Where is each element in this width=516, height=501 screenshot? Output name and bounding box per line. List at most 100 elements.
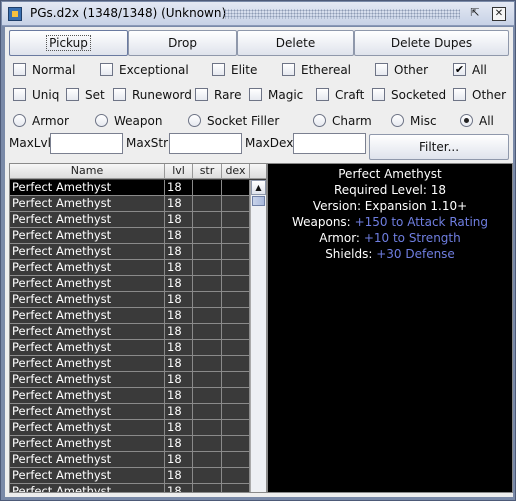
cell-lvl: 18 [165,292,193,307]
required-level: Required Level: 18 [333,183,447,197]
table-row[interactable]: Perfect Amethyst 18 [10,420,250,436]
drop-button[interactable]: Drop [128,30,237,56]
checkbox-box[interactable] [66,88,79,101]
cell-lvl: 18 [165,388,193,403]
shields-value: +30 Defense [376,247,455,261]
cell-str [193,404,222,419]
cell-lvl: 18 [165,356,193,371]
table-row[interactable]: Perfect Amethyst 18 [10,180,250,196]
table-row[interactable]: Perfect Amethyst 18 [10,196,250,212]
cell-dex [222,340,250,355]
checkbox-box[interactable] [212,63,225,76]
checkbox-label: Uniq [32,88,60,102]
checkmark-icon[interactable]: ✔ [453,63,466,76]
table-row[interactable]: Perfect Amethyst 18 [10,308,250,324]
cell-str [193,180,222,195]
checkbox-box[interactable] [13,63,26,76]
table-row[interactable]: Perfect Amethyst 18 [10,292,250,308]
max-dex-input[interactable] [293,133,366,154]
checkbox-label: Runeword [132,88,192,102]
cell-str [193,244,222,259]
max-str-input[interactable] [169,133,242,154]
drop-button-label: Drop [168,36,197,50]
checkbox-box[interactable] [113,88,126,101]
cell-str [193,292,222,307]
table-row[interactable]: Perfect Amethyst 18 [10,388,250,404]
column-header-lvl[interactable]: lvl [165,164,193,179]
table-row[interactable]: Perfect Amethyst 18 [10,260,250,276]
checkbox-box[interactable] [375,63,388,76]
table-row[interactable]: Perfect Amethyst 18 [10,468,250,484]
radio-label: Misc [410,114,437,128]
cell-str [193,196,222,211]
radio-dot[interactable] [188,114,201,127]
checkbox-label: Socketed [391,88,447,102]
cell-str [193,356,222,371]
cell-lvl: 18 [165,420,193,435]
table-row[interactable]: Perfect Amethyst 18 [10,244,250,260]
close-icon[interactable]: ✕ [492,7,506,21]
checkbox-box[interactable] [249,88,262,101]
max-lvl-input[interactable] [50,133,123,154]
cell-str [193,276,222,291]
column-header-corner [250,164,266,179]
table-row[interactable]: Perfect Amethyst 18 [10,324,250,340]
cell-str [193,484,222,492]
cell-lvl: 18 [165,324,193,339]
pickup-button[interactable]: Pickup [9,30,128,56]
table-row[interactable]: Perfect Amethyst 18 [10,484,250,492]
cell-dex [222,388,250,403]
cell-name: Perfect Amethyst [10,196,165,211]
cell-str [193,372,222,387]
table-row[interactable]: Perfect Amethyst 18 [10,340,250,356]
vertical-scrollbar[interactable]: ▲ [250,180,266,492]
filter-button[interactable]: Filter... [369,134,509,160]
title-bar[interactable]: PGs.d2x (1348/1348) (Unknown) ⇱ ✕ [2,2,514,26]
radio-dot-selected[interactable] [460,114,473,127]
cell-str [193,308,222,323]
table-row[interactable]: Perfect Amethyst 18 [10,452,250,468]
table-row[interactable]: Perfect Amethyst 18 [10,404,250,420]
table-row[interactable]: Perfect Amethyst 18 [10,356,250,372]
table-row[interactable]: Perfect Amethyst 18 [10,436,250,452]
cell-dex [222,276,250,291]
cell-lvl: 18 [165,276,193,291]
radio-label: All [479,114,494,128]
cell-lvl: 18 [165,244,193,259]
radio-label: Charm [332,114,372,128]
cell-str [193,388,222,403]
checkbox-label: All [472,63,487,77]
radio-dot[interactable] [391,114,404,127]
cell-dex [222,372,250,387]
scroll-up-icon[interactable]: ▲ [251,180,266,195]
checkbox-box[interactable] [316,88,329,101]
column-header-str[interactable]: str [193,164,222,179]
cell-name: Perfect Amethyst [10,484,165,492]
table-row[interactable]: Perfect Amethyst 18 [10,276,250,292]
cell-lvl: 18 [165,436,193,451]
column-header-name[interactable]: Name [10,164,165,179]
checkbox-box[interactable] [282,63,295,76]
scroll-thumb[interactable] [252,196,265,206]
table-row[interactable]: Perfect Amethyst 18 [10,372,250,388]
checkbox-box[interactable] [100,63,113,76]
restore-icon[interactable]: ⇱ [468,7,482,21]
table-row[interactable]: Perfect Amethyst 18 [10,228,250,244]
radio-dot[interactable] [13,114,26,127]
checkbox-box[interactable] [195,88,208,101]
checkbox-box[interactable] [453,88,466,101]
delete-button[interactable]: Delete [237,30,354,56]
checkbox-box[interactable] [13,88,26,101]
radio-dot[interactable] [95,114,108,127]
cell-lvl: 18 [165,180,193,195]
cell-dex [222,308,250,323]
cell-str [193,468,222,483]
checkbox-box[interactable] [372,88,385,101]
table-row[interactable]: Perfect Amethyst 18 [10,212,250,228]
radio-dot[interactable] [313,114,326,127]
cell-name: Perfect Amethyst [10,228,165,243]
max-lvl-label: MaxLvl [9,136,51,150]
main-panel: Pickup Drop Delete Delete Dupes Normal E… [5,27,513,497]
delete-dupes-button[interactable]: Delete Dupes [354,30,509,56]
column-header-dex[interactable]: dex [222,164,250,179]
